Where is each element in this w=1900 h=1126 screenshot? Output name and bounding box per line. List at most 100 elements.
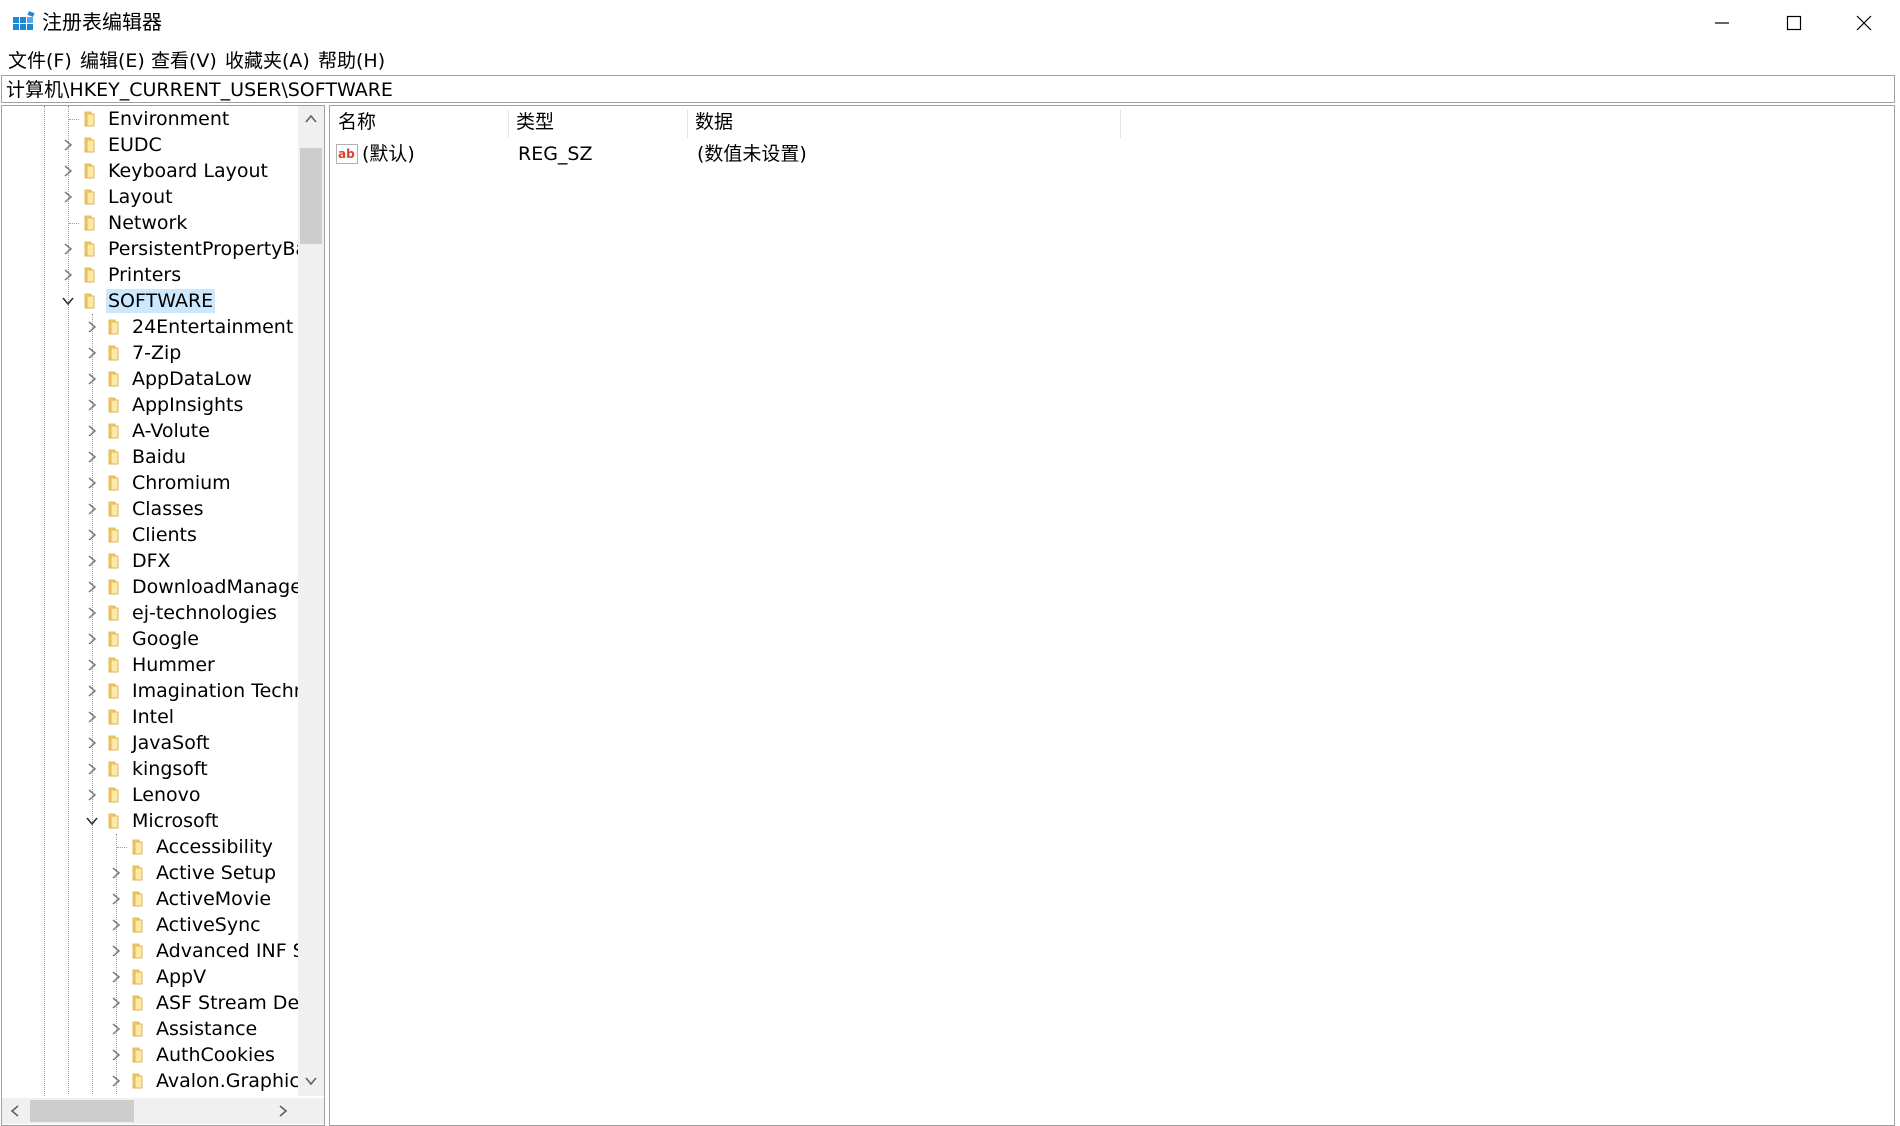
chevron-right-icon[interactable] bbox=[85, 762, 99, 776]
column-header-data[interactable]: 数据 bbox=[687, 110, 1120, 138]
tree-node-label[interactable]: Network bbox=[106, 211, 189, 235]
maximize-button[interactable] bbox=[1760, 0, 1828, 46]
chevron-right-icon[interactable] bbox=[85, 424, 99, 438]
tree-node[interactable]: AppV bbox=[2, 964, 298, 990]
tree-node-label[interactable]: Classes bbox=[130, 497, 206, 521]
tree-node-label[interactable]: Chromium bbox=[130, 471, 233, 495]
menu-view[interactable]: 查看(V) bbox=[151, 49, 217, 73]
tree-node-label[interactable]: ASF Stream Desc bbox=[154, 991, 298, 1015]
chevron-right-icon[interactable] bbox=[109, 866, 123, 880]
tree-node-label[interactable]: Active Setup bbox=[154, 861, 278, 885]
tree-node-label[interactable]: ActiveMovie bbox=[154, 887, 273, 911]
tree-node[interactable]: ej-technologies bbox=[2, 600, 298, 626]
tree-node-label[interactable]: Clients bbox=[130, 523, 199, 547]
tree-node[interactable]: EUDC bbox=[2, 132, 298, 158]
tree-horizontal-scrollbar[interactable] bbox=[2, 1098, 298, 1124]
tree-vertical-scroll-thumb[interactable] bbox=[300, 148, 322, 244]
tree-node-label[interactable]: 7-Zip bbox=[130, 341, 183, 365]
chevron-right-icon[interactable] bbox=[109, 944, 123, 958]
tree-node[interactable]: ActiveSync bbox=[2, 912, 298, 938]
column-separator[interactable] bbox=[1120, 110, 1121, 138]
chevron-right-icon[interactable] bbox=[61, 268, 75, 282]
tree-node[interactable]: A-Volute bbox=[2, 418, 298, 444]
tree-node[interactable]: Microsoft bbox=[2, 808, 298, 834]
chevron-right-icon[interactable] bbox=[109, 996, 123, 1010]
tree-node[interactable]: Imagination Technc bbox=[2, 678, 298, 704]
tree-node-label[interactable]: Assistance bbox=[154, 1017, 259, 1041]
tree-node[interactable]: ActiveMovie bbox=[2, 886, 298, 912]
chevron-right-icon[interactable] bbox=[85, 788, 99, 802]
tree-node-label[interactable]: Accessibility bbox=[154, 835, 275, 859]
tree-node[interactable]: PersistentPropertyBag bbox=[2, 236, 298, 262]
tree-node[interactable]: Classes bbox=[2, 496, 298, 522]
chevron-right-icon[interactable] bbox=[85, 710, 99, 724]
chevron-right-icon[interactable] bbox=[85, 346, 99, 360]
tree-node-label[interactable]: SOFTWARE bbox=[106, 289, 216, 313]
tree-node-label[interactable]: Keyboard Layout bbox=[106, 159, 270, 183]
tree-node-label[interactable]: Intel bbox=[130, 705, 176, 729]
tree-node[interactable]: Clients bbox=[2, 522, 298, 548]
chevron-right-icon[interactable] bbox=[85, 632, 99, 646]
tree-node[interactable]: DFX bbox=[2, 548, 298, 574]
chevron-right-icon[interactable] bbox=[109, 1048, 123, 1062]
tree-node[interactable]: Printers bbox=[2, 262, 298, 288]
tree-node-label[interactable]: Layout bbox=[106, 185, 175, 209]
tree-node-label[interactable]: 24Entertainment bbox=[130, 315, 295, 339]
chevron-right-icon[interactable] bbox=[85, 320, 99, 334]
menu-favorites[interactable]: 收藏夹(A) bbox=[225, 49, 310, 73]
tree-node[interactable]: Intel bbox=[2, 704, 298, 730]
chevron-right-icon[interactable] bbox=[61, 138, 75, 152]
chevron-right-icon[interactable] bbox=[85, 606, 99, 620]
column-header-type[interactable]: 类型 bbox=[508, 110, 687, 138]
chevron-down-icon[interactable] bbox=[85, 814, 99, 828]
tree-horizontal-scroll-thumb[interactable] bbox=[30, 1100, 134, 1122]
tree-node-label[interactable]: Printers bbox=[106, 263, 183, 287]
tree-node[interactable]: Environment bbox=[2, 106, 298, 132]
tree-node-label[interactable]: A-Volute bbox=[130, 419, 212, 443]
scroll-down-icon[interactable] bbox=[304, 1074, 318, 1088]
tree-node-label[interactable]: AppV bbox=[154, 965, 208, 989]
chevron-right-icon[interactable] bbox=[85, 528, 99, 542]
address-path[interactable]: 计算机\HKEY_CURRENT_USER\SOFTWARE bbox=[6, 78, 393, 102]
chevron-right-icon[interactable] bbox=[85, 476, 99, 490]
tree-node-label[interactable]: AuthCookies bbox=[154, 1043, 277, 1067]
tree-node[interactable]: Baidu bbox=[2, 444, 298, 470]
tree-node[interactable]: DownloadManager bbox=[2, 574, 298, 600]
tree-vertical-scrollbar[interactable] bbox=[298, 106, 324, 1096]
tree-node[interactable]: Active Setup bbox=[2, 860, 298, 886]
tree-node[interactable]: Google bbox=[2, 626, 298, 652]
close-button[interactable] bbox=[1830, 0, 1898, 46]
tree-node-label[interactable]: Avalon.Graphics bbox=[154, 1069, 298, 1093]
tree-node-label[interactable]: AppInsights bbox=[130, 393, 245, 417]
tree-node-label[interactable]: kingsoft bbox=[130, 757, 210, 781]
tree-node-label[interactable]: ActiveSync bbox=[154, 913, 263, 937]
tree-node[interactable]: kingsoft bbox=[2, 756, 298, 782]
minimize-button[interactable] bbox=[1688, 0, 1756, 46]
tree-node-label[interactable]: Advanced INF Se bbox=[154, 939, 298, 963]
tree-node[interactable]: Assistance bbox=[2, 1016, 298, 1042]
scroll-up-icon[interactable] bbox=[304, 112, 318, 126]
menu-edit[interactable]: 编辑(E) bbox=[80, 49, 145, 73]
chevron-right-icon[interactable] bbox=[85, 372, 99, 386]
tree-node-label[interactable]: DFX bbox=[130, 549, 173, 573]
chevron-right-icon[interactable] bbox=[85, 658, 99, 672]
chevron-right-icon[interactable] bbox=[85, 580, 99, 594]
tree-node[interactable]: SOFTWARE bbox=[2, 288, 298, 314]
tree-node-label[interactable]: Environment bbox=[106, 107, 231, 131]
tree-node-label[interactable]: Baidu bbox=[130, 445, 188, 469]
tree-node-label[interactable]: AppDataLow bbox=[130, 367, 254, 391]
chevron-right-icon[interactable] bbox=[109, 1074, 123, 1088]
tree-node[interactable]: ASF Stream Desc bbox=[2, 990, 298, 1016]
tree-node[interactable]: Avalon.Graphics bbox=[2, 1068, 298, 1094]
chevron-right-icon[interactable] bbox=[109, 892, 123, 906]
chevron-right-icon[interactable] bbox=[61, 164, 75, 178]
scroll-right-icon[interactable] bbox=[276, 1104, 290, 1118]
chevron-down-icon[interactable] bbox=[61, 294, 75, 308]
chevron-right-icon[interactable] bbox=[109, 918, 123, 932]
tree-node[interactable]: 24Entertainment bbox=[2, 314, 298, 340]
tree-node[interactable]: Network bbox=[2, 210, 298, 236]
chevron-right-icon[interactable] bbox=[85, 398, 99, 412]
chevron-right-icon[interactable] bbox=[109, 970, 123, 984]
scroll-left-icon[interactable] bbox=[8, 1104, 22, 1118]
chevron-right-icon[interactable] bbox=[109, 1022, 123, 1036]
